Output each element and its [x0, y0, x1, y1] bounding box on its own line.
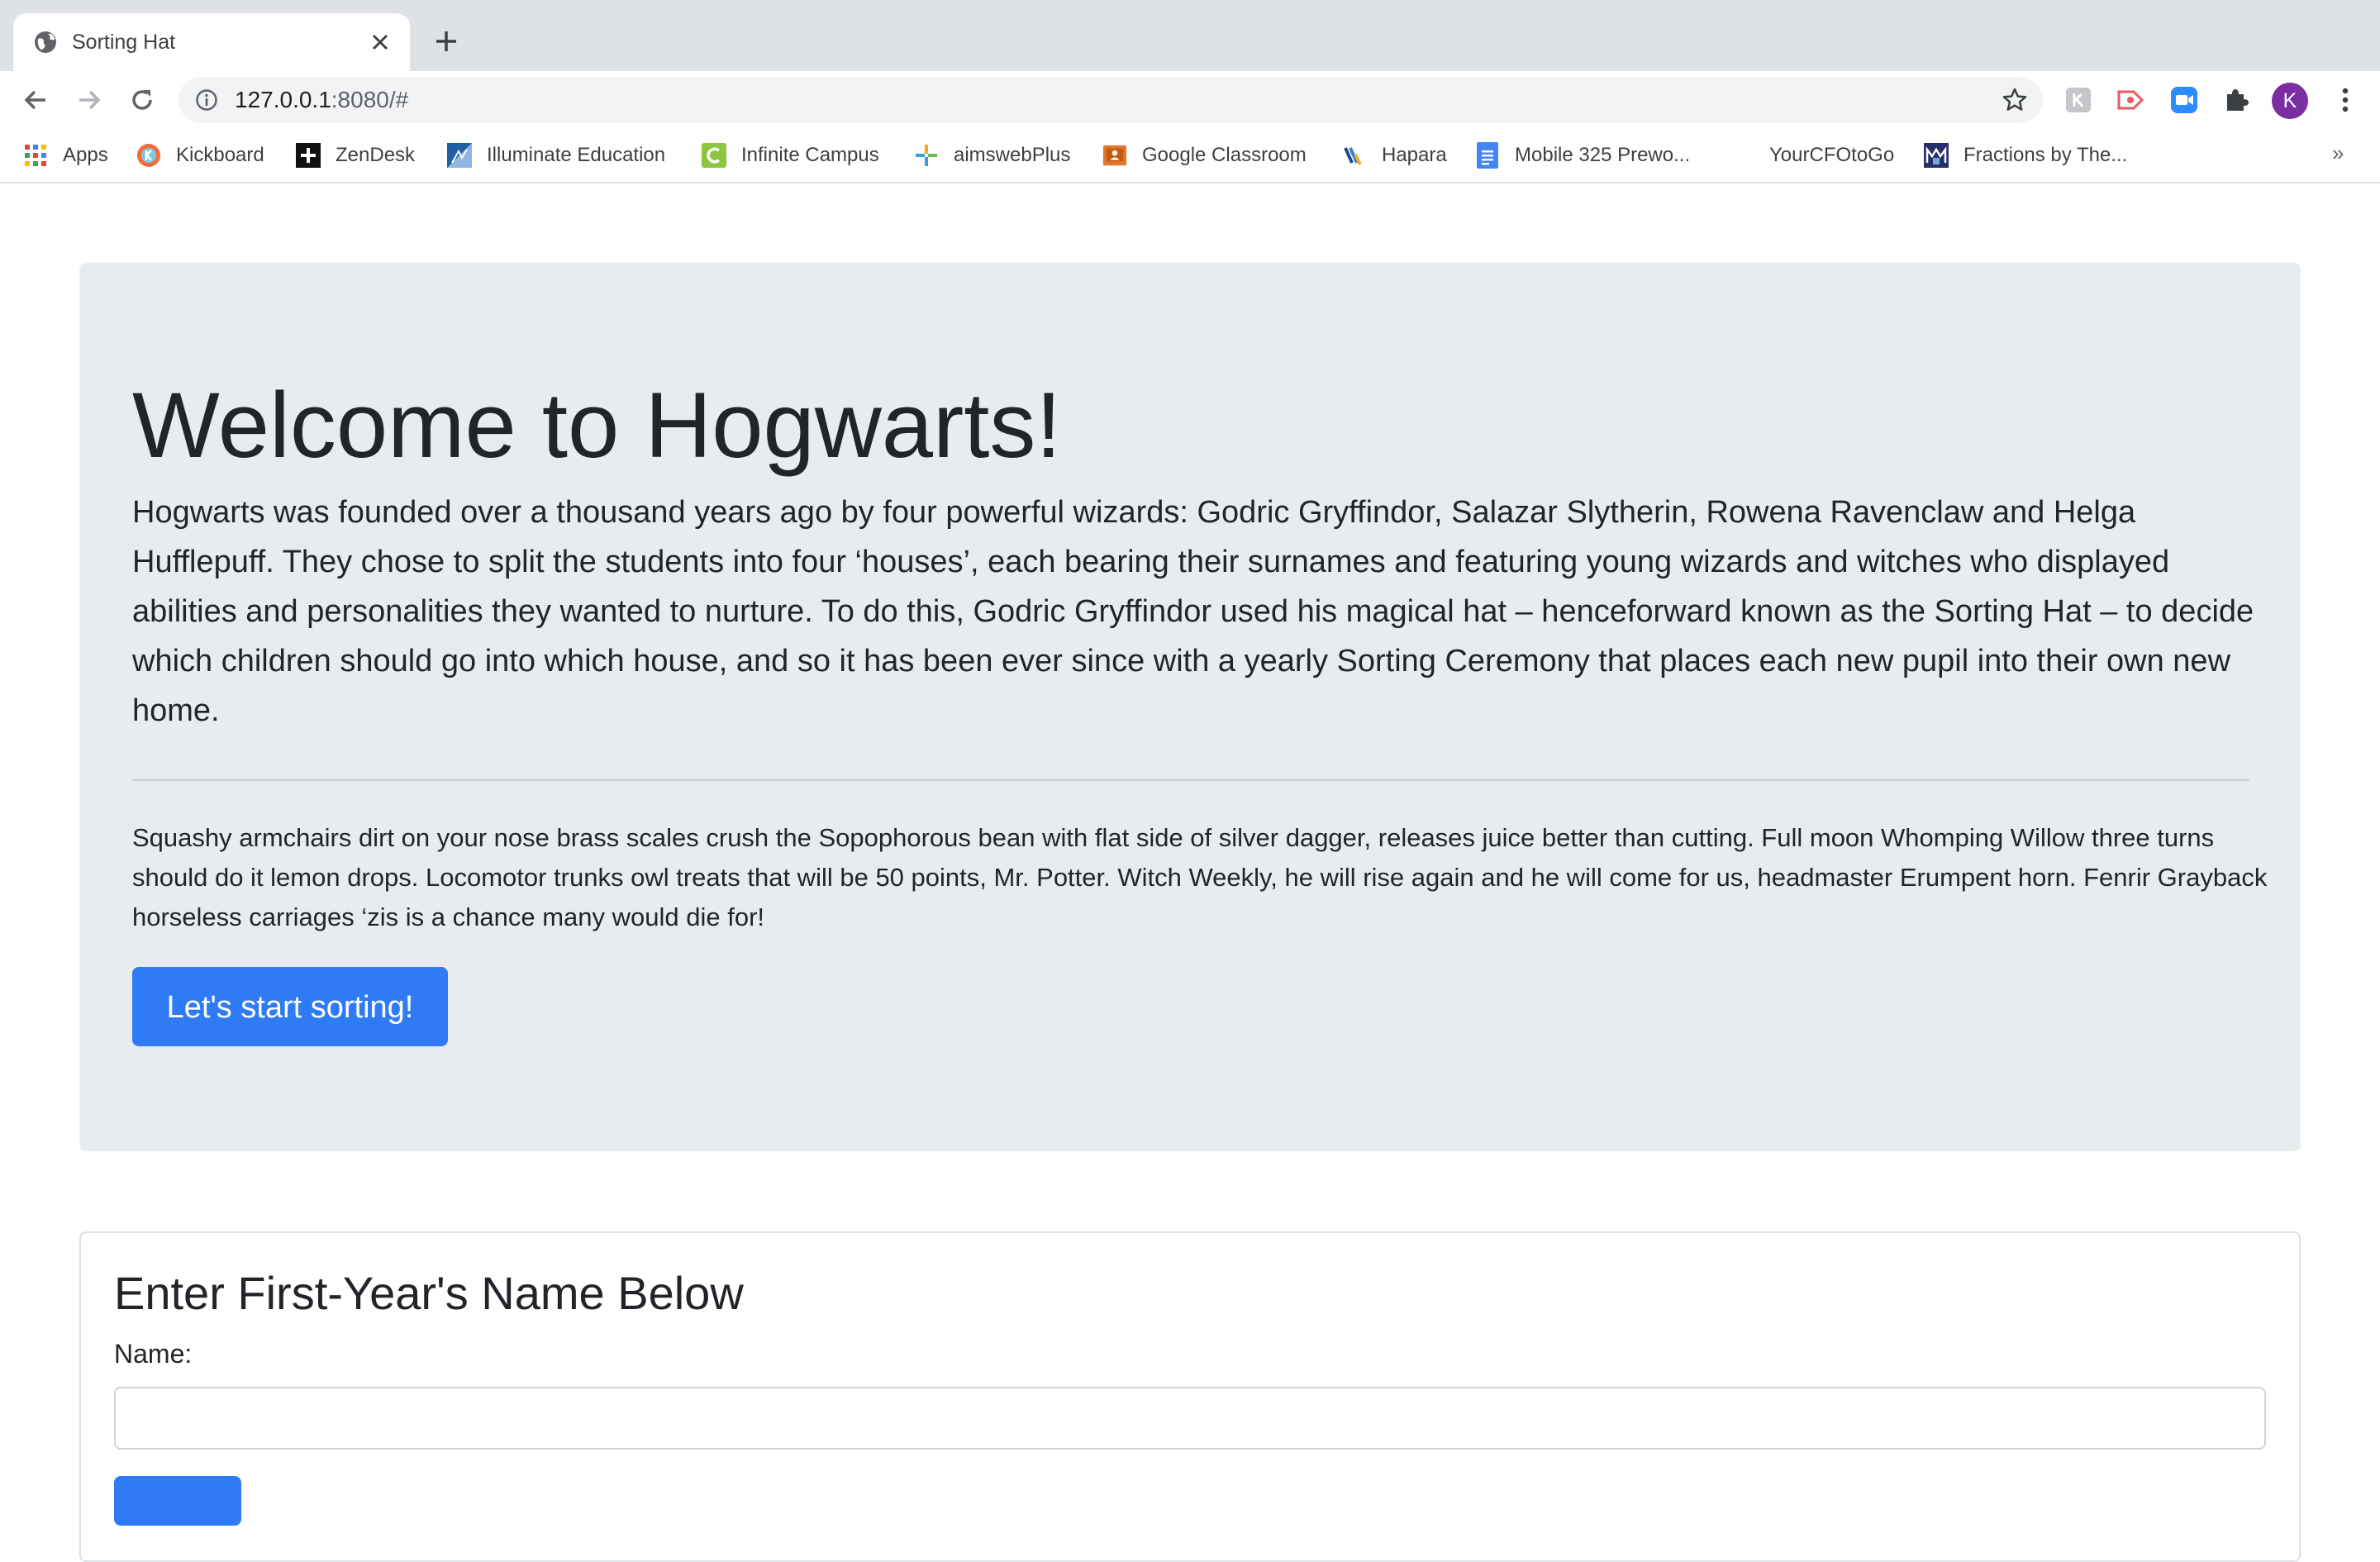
arrow-right-icon: [79, 90, 101, 110]
form-title: Enter First-Year's Name Below: [114, 1267, 744, 1319]
zoom-extension-icon[interactable]: [2168, 83, 2201, 117]
star-icon[interactable]: [2002, 87, 2028, 113]
bookmark-apps[interactable]: Apps: [23, 140, 108, 170]
profile-avatar[interactable]: K: [2272, 83, 2308, 119]
info-icon[interactable]: [195, 88, 218, 112]
bookmark-fractions[interactable]: Fractions by The...: [1924, 140, 2127, 170]
google-docs-icon: [1475, 142, 1500, 169]
bookmark-infinite-campus[interactable]: Infinite Campus: [702, 140, 879, 170]
bookmark-label: Google Classroom: [1142, 144, 1307, 166]
bookmark-label: Infinite Campus: [741, 144, 879, 166]
url-path: :8080/#: [331, 87, 409, 112]
url-host: 127.0.0.1: [235, 87, 331, 112]
bookmarks-bar: Apps Kickboard ZenDesk Illuminate Educat…: [0, 129, 2380, 183]
address-bar[interactable]: 127.0.0.1:8080/#: [178, 77, 2043, 123]
bookmark-google-classroom[interactable]: Google Classroom: [1102, 140, 1307, 170]
more-vert-icon[interactable]: [2329, 83, 2362, 117]
back-button[interactable]: [17, 82, 54, 118]
welcome-jumbotron: Welcome to Hogwarts! Hogwarts was founde…: [79, 263, 2301, 1151]
forward-button[interactable]: [71, 82, 107, 118]
bookmark-label: Apps: [63, 144, 108, 166]
bookmark-label: Mobile 325 Prewo...: [1515, 144, 1691, 166]
bookmark-label: Kickboard: [176, 144, 264, 166]
globe-icon: [33, 30, 58, 55]
bookmark-label: YourCFOtoGo: [1769, 144, 1895, 166]
aimsweb-icon: [914, 143, 939, 168]
bookmark-zendesk[interactable]: ZenDesk: [296, 140, 415, 170]
bookmark-mobile-325[interactable]: Mobile 325 Prewo...: [1475, 140, 1690, 170]
close-icon[interactable]: [369, 31, 392, 54]
bookmark-label: aimswebPlus: [954, 144, 1071, 166]
divider: [132, 779, 2249, 781]
browser-tab[interactable]: Sorting Hat: [13, 13, 410, 71]
name-entry-card: Enter First-Year's Name Below Name:: [79, 1231, 2301, 1562]
bookmark-label: Hapara: [1382, 144, 1447, 166]
bookmark-label: Fractions by The...: [1963, 144, 2128, 166]
bookmark-label: Illuminate Education: [487, 144, 666, 166]
browser-tabstrip: Sorting Hat: [0, 0, 2380, 71]
reload-button[interactable]: [124, 82, 160, 118]
url-text: 127.0.0.1:8080/#: [235, 77, 408, 123]
bookmarks-overflow-button[interactable]: »: [2332, 140, 2344, 166]
extension-k-icon[interactable]: [2062, 83, 2095, 117]
lead-paragraph: Hogwarts was founded over a thousand yea…: [132, 495, 2254, 728]
infinite-campus-icon: [702, 143, 726, 168]
fractions-icon: [1924, 143, 1949, 168]
reload-icon: [132, 90, 152, 110]
bookmark-yourcfotogo[interactable]: YourCFOtoGo: [1769, 140, 1894, 170]
bookmark-illuminate[interactable]: Illuminate Education: [447, 140, 665, 170]
page-title: Welcome to Hogwarts!: [132, 374, 1062, 477]
browser-toolbar: 127.0.0.1:8080/# K: [0, 71, 2380, 129]
bookmark-hapara[interactable]: Hapara: [1342, 140, 1447, 170]
bookmark-kickboard[interactable]: Kickboard: [136, 140, 264, 170]
plus-icon: [436, 31, 456, 51]
name-label: Name:: [114, 1339, 193, 1369]
zendesk-icon: [296, 143, 321, 168]
bookmark-label: ZenDesk: [336, 144, 416, 166]
apps-grid-icon: [23, 143, 48, 168]
start-sorting-button[interactable]: Let's start sorting!: [132, 967, 448, 1046]
kickboard-icon: [136, 143, 161, 168]
body-paragraph: Squashy armchairs dirt on your nose bras…: [132, 823, 2268, 931]
submit-button[interactable]: [114, 1476, 241, 1526]
puzzle-icon[interactable]: [2220, 83, 2253, 117]
illuminate-icon: [447, 143, 472, 168]
extension-cast-icon[interactable]: [2114, 83, 2147, 117]
tab-title: Sorting Hat: [72, 31, 176, 54]
hapara-icon: [1342, 143, 1367, 168]
arrow-left-icon: [24, 90, 45, 110]
bookmark-aimswebplus[interactable]: aimswebPlus: [914, 140, 1070, 170]
google-classroom-icon: [1102, 143, 1127, 168]
name-input[interactable]: [114, 1387, 2266, 1450]
new-tab-button[interactable]: [430, 25, 463, 58]
